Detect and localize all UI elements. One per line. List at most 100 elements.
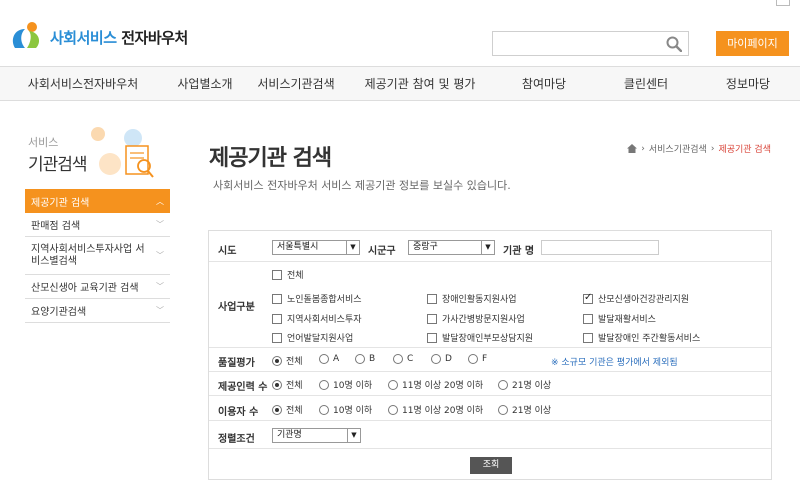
radio-dot [393,354,403,364]
sort-select[interactable]: 기관명 ▼ [272,428,361,443]
rating-radio[interactable]: D [431,354,452,364]
search-submit-button[interactable]: 조회 [470,457,512,474]
sidebar-item-label: 제공기관 검색 [31,197,90,209]
chevron-down-icon: ﹀ [156,306,164,315]
home-icon[interactable] [627,144,638,153]
users-radio[interactable]: 11명 이상 20명 이하 [388,403,483,416]
users-radio[interactable]: 21명 이상 [498,403,551,416]
business-option-checkbox[interactable]: 발달재활서비스 [583,312,656,325]
staff-radio[interactable]: 전체 [272,378,303,391]
chevron-down-icon: ﹀ [156,220,164,229]
sidebar-item-store-search[interactable]: 판매점 검색 ﹀ [25,213,170,237]
logo-icon [12,22,40,48]
business-option-checkbox[interactable]: 노인돌봄종합서비스 [272,292,362,305]
users-row: 이용자 수 전체 10명 이하 11명 이상 20명 이하 21명 이상 [209,396,771,421]
sigungu-label: 시군구 [368,246,396,257]
page-title: 제공기관 검색 [209,146,332,171]
magnifier-document-icon [91,127,154,178]
business-option-checkbox[interactable]: 가사간병방문지원사업 [427,312,525,325]
sidebar-item-label: 산모신생아 교육기관 검색 [31,283,139,294]
radio-dot [319,404,329,415]
gnb-item-business[interactable]: 사업별소개 [166,67,244,100]
gnb-item-info[interactable]: 정보마당 [696,67,800,100]
business-type-row: 사업구분 전체 노인돌봄종합서비스 장애인활동지원사업 산모신생아건강관리지원 … [209,262,771,348]
business-option-checkbox[interactable]: 발달장애인부모상담지원 [427,331,533,344]
gnb-item-clean-center[interactable]: 클린센터 [596,67,696,100]
sort-label: 정렬조건 [218,434,255,445]
rating-label: 품질평가 [218,358,255,369]
checkbox-box [427,293,437,304]
staff-radio[interactable]: 11명 이상 20명 이하 [388,378,483,391]
sidebar-item-label: 요양기관검색 [31,307,87,318]
rating-radio[interactable]: A [319,354,339,364]
rating-radio[interactable]: B [355,354,375,364]
logo-primary-text: 사회서비스 [50,28,117,47]
users-radio[interactable]: 10명 이하 [319,403,372,416]
checkbox-box [272,313,282,324]
gnb-item-community[interactable]: 참여마당 [492,67,596,100]
site-logo[interactable]: 사회서비스 전자바우처 [8,16,198,58]
search-input[interactable] [493,32,658,55]
agency-name-input[interactable] [541,240,659,255]
rating-radio[interactable]: 전체 [272,354,303,367]
staff-row: 제공인력 수 전체 10명 이하 11명 이상 20명 이하 21명 이상 [209,372,771,396]
gnb-item-participation[interactable]: 제공기관 참여 및 평가 [348,67,492,100]
mypage-button[interactable]: 마이페이지 [716,31,789,56]
radio-dot [431,354,441,364]
chevron-down-icon: ▼ [481,241,494,254]
sidebar-item-community-invest[interactable]: 지역사회서비스투자사업 서비스별검색 ﹀ [25,237,170,275]
staff-radio[interactable]: 21명 이상 [498,378,551,391]
business-option-checkbox[interactable]: 장애인활동지원사업 [427,292,517,305]
checkbox-box [583,332,593,343]
rating-radio[interactable]: C [393,354,413,364]
sidebar-item-maternity-edu[interactable]: 산모신생아 교육기관 검색 ﹀ [25,275,170,299]
chevron-down-icon: ▼ [346,241,359,254]
radio-dot [319,354,329,364]
checkbox-box [427,332,437,343]
radio-dot [498,404,508,415]
search-icon[interactable] [666,36,682,52]
radio-dot-checked [272,404,282,415]
breadcrumb: › 서비스기관검색 › 제공기관 검색 [627,142,771,155]
business-option-checkbox[interactable]: 언어발달지원사업 [272,331,353,344]
radio-dot [468,354,478,364]
rating-row: 품질평가 전체 A B C D F ※ 소규모 기관은 평가에서 제외됨 [209,348,771,372]
chevron-up-icon: ︿ [156,196,164,206]
chevron-down-icon: ﹀ [156,250,164,260]
business-type-label: 사업구분 [218,302,255,313]
business-option-checkbox[interactable]: 지역사회서비스투자 [272,312,362,325]
chevron-down-icon: ▼ [347,429,360,442]
gnb-item-agency-search[interactable]: 서비스기관검색 [244,67,348,100]
agency-search-form: 시도 서울특별시 ▼ 시군구 중랑구 ▼ 기관 명 사업구분 전체 노인돌봄종합… [208,230,772,480]
logo-secondary-text: 전자바우처 [121,28,188,47]
sigungu-select[interactable]: 중랑구 ▼ [408,240,495,255]
radio-dot-checked [272,355,282,366]
checkbox-box-checked [583,292,593,304]
sidebar-item-agency-search[interactable]: 제공기관 검색 ︿ [25,189,170,213]
gnb-item-voucher[interactable]: 사회서비스전자바우처 [0,67,166,100]
utility-strip [776,0,800,6]
radio-dot [388,404,398,415]
breadcrumb-item[interactable]: 서비스기관검색 [649,142,707,155]
radio-dot-checked [272,379,282,390]
staff-radio[interactable]: 10명 이하 [319,378,372,391]
breadcrumb-sep-icon: › [710,143,715,154]
chevron-down-icon: ﹀ [156,282,164,291]
business-all-checkbox[interactable]: 전체 [272,268,304,281]
global-nav: 사회서비스전자바우처 사업별소개 서비스기관검색 제공기관 참여 및 평가 참여… [0,66,800,101]
users-radio[interactable]: 전체 [272,403,303,416]
sidebar-menu: 제공기관 검색 ︿ 판매점 검색 ﹀ 지역사회서비스투자사업 서비스별검색 ﹀ … [25,189,170,323]
breadcrumb-sep-icon: › [641,143,645,154]
page-description: 사회서비스 전자바우처 서비스 제공기관 정보를 보실수 있습니다. [213,179,511,192]
utility-toggle[interactable] [776,0,790,6]
checkbox-box [272,293,282,304]
business-option-checkbox[interactable]: 산모신생아건강관리지원 [583,292,689,305]
checkbox-box [272,332,282,343]
agency-name-label: 기관 명 [503,246,535,257]
sido-select[interactable]: 서울특별시 ▼ [272,240,360,255]
business-option-checkbox[interactable]: 발달장애인 주간활동서비스 [583,331,700,344]
sidebar-item-label: 판매점 검색 [31,221,81,232]
sidebar-item-care-search[interactable]: 요양기관검색 ﹀ [25,299,170,323]
rating-radio[interactable]: F [468,354,487,364]
sort-row: 정렬조건 기관명 ▼ [209,421,771,449]
